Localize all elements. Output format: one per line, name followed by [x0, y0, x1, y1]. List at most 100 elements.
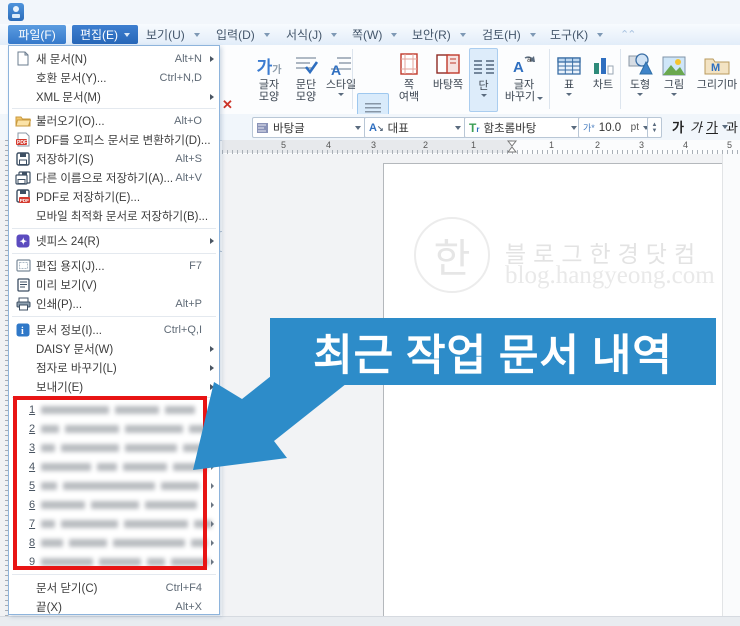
- menu-item-document-info[interactable]: i 문서 정보(I)... Ctrl+Q,I: [10, 320, 218, 339]
- menu-tools[interactable]: 도구(K): [550, 25, 604, 44]
- menu-file[interactable]: 파일(F): [8, 25, 66, 44]
- menu-item-print[interactable]: 인쇄(P)... Alt+P: [10, 294, 218, 313]
- menu-separator: [12, 253, 216, 254]
- page-margins-button[interactable]: 쪽 여백: [391, 48, 427, 110]
- menu-item-braille[interactable]: 점자로 바꾸기(L): [10, 358, 218, 377]
- annotation-banner-text: 최근 작업 문서 내역: [313, 332, 673, 380]
- font-combo[interactable]: Tr 함초롬바탕: [464, 117, 582, 138]
- menu-item-close-document[interactable]: 문서 닫기(C) Ctrl+F4: [10, 578, 218, 597]
- status-strip: [0, 616, 740, 626]
- font-size-stepper[interactable]: ▲ ▼: [647, 117, 662, 138]
- ruler-number: 2: [595, 140, 601, 150]
- master-page-icon: [435, 48, 461, 76]
- menu-item-xml-document[interactable]: XML 문서(M): [10, 87, 218, 106]
- menu-item-open[interactable]: 불러오기(O)... Alt+O: [10, 111, 218, 130]
- menu-review[interactable]: 검토(H): [482, 25, 536, 44]
- underline-button[interactable]: 가: [706, 117, 728, 136]
- menu-item-new-document[interactable]: 새 문서(N) Alt+N: [10, 49, 218, 68]
- menu-input[interactable]: 입력(D): [216, 25, 270, 44]
- menu-item-save-mobile[interactable]: 모바일 최적화 문서로 저장하기(B)...: [10, 206, 218, 225]
- menu-separator: [12, 574, 216, 575]
- menu-input-label: 입력(D): [216, 28, 255, 42]
- font-size-icon: 가*: [583, 123, 595, 133]
- picture-button[interactable]: 그림: [658, 48, 690, 110]
- ruler-number: 4: [326, 140, 332, 150]
- shapes-label: 도형: [629, 79, 651, 91]
- columns-button[interactable]: 단: [469, 48, 498, 112]
- table-icon: [557, 48, 581, 76]
- open-folder-icon: [14, 113, 32, 129]
- rep-combo-icon: A↘: [369, 121, 384, 134]
- bold-button[interactable]: 가: [672, 117, 684, 136]
- chevron-down-icon: [391, 32, 398, 37]
- rep-combo[interactable]: A↘ 대표: [364, 117, 466, 138]
- new-document-icon: [14, 51, 32, 67]
- watermark-text-url: blog.hangyeong.com: [505, 262, 715, 289]
- para-shape-label: 문단: [295, 79, 317, 91]
- menu-page-label: 쪽(W): [352, 28, 383, 42]
- table-button[interactable]: 표: [553, 48, 585, 110]
- columns-icon: [473, 49, 495, 77]
- menu-page[interactable]: 쪽(W): [352, 25, 398, 44]
- svg-text:A: A: [331, 62, 341, 76]
- shapes-icon: [627, 48, 653, 76]
- menu-security[interactable]: 보안(R): [412, 25, 466, 44]
- menu-edit-label: 편집(E): [79, 28, 119, 42]
- page-setup-icon: [14, 258, 32, 274]
- submenu-arrow-icon: [211, 539, 214, 546]
- style-label: 스타일: [325, 79, 357, 91]
- menu-item-compatible-document[interactable]: 호환 문서(Y)... Ctrl+N,D: [10, 68, 218, 87]
- char-shape-button[interactable]: 가가 글자 모양: [251, 48, 287, 110]
- chevron-down-icon: [338, 93, 344, 96]
- italic-button[interactable]: 가: [690, 117, 702, 136]
- style-combo-icon: [257, 122, 268, 133]
- info-icon: i: [14, 322, 32, 338]
- menu-view[interactable]: 보기(U): [146, 25, 200, 44]
- ruler-number: 3: [639, 140, 645, 150]
- menu-separator: [12, 228, 216, 229]
- margin-marker-icon[interactable]: [506, 140, 518, 153]
- ruler-number: 5: [727, 140, 733, 150]
- style-button[interactable]: A 스타일: [323, 48, 359, 110]
- font-combo-icon: Tr: [469, 120, 480, 135]
- char-color-button[interactable]: 과: [726, 117, 740, 136]
- menu-item-exit[interactable]: 끝(X) Alt+X: [10, 597, 218, 616]
- menu-item-pdf-to-office[interactable]: PDF PDF를 오피스 문서로 변환하기(D)...: [10, 130, 218, 149]
- horizontal-ruler[interactable]: 5 4 3 2 1 1 2 3 4 5: [222, 140, 740, 155]
- chevron-down-icon: [597, 32, 604, 37]
- bold-label: 가: [672, 120, 684, 135]
- menu-item-save[interactable]: 저장하기(S) Alt+S: [10, 149, 218, 168]
- chart-button[interactable]: 차트: [587, 48, 619, 110]
- menu-format[interactable]: 서식(J): [286, 25, 338, 44]
- char-replace-icon: Aa: [511, 48, 537, 76]
- printer-icon: [14, 296, 32, 312]
- annotation-banner: 최근 작업 문서 내역: [270, 318, 716, 385]
- ruler-number: 2: [423, 140, 429, 150]
- menu-item-send[interactable]: 보내기(E): [10, 377, 218, 396]
- submenu-arrow-icon: [211, 558, 214, 565]
- menu-item-save-as[interactable]: 다른 이름으로 저장하기(A)... Alt+V: [10, 168, 218, 187]
- menu-item-save-as-pdf[interactable]: PDF PDF로 저장하기(E)...: [10, 187, 218, 206]
- menu-item-page-setup[interactable]: 편집 용지(J)... F7: [10, 256, 218, 275]
- clipart-label: 그리기마: [696, 79, 738, 91]
- para-shape-button[interactable]: 문단 모양: [288, 48, 324, 110]
- ruler-number: 1: [549, 140, 555, 150]
- menu-item-print-preview[interactable]: 미리 보기(V): [10, 275, 218, 294]
- menu-separator: [12, 108, 216, 109]
- style-combo[interactable]: 바탕글: [252, 117, 366, 138]
- char-replace-button[interactable]: Aa 글자 바꾸기: [501, 48, 547, 110]
- columns-label: 단: [478, 80, 489, 92]
- print-preview-icon: [14, 277, 32, 293]
- vertical-scrollbar[interactable]: [722, 154, 740, 616]
- master-page-button[interactable]: 바탕쪽: [428, 48, 468, 110]
- collapse-ribbon-icon[interactable]: ⌃⌃: [620, 28, 637, 41]
- svg-text:PDF: PDF: [19, 198, 28, 203]
- clipart-button[interactable]: M 그리기마: [694, 48, 740, 110]
- svg-text:i: i: [21, 326, 24, 337]
- menu-edit[interactable]: 편집(E): [72, 25, 138, 44]
- menu-item-daisy-document[interactable]: DAISY 문서(W): [10, 339, 218, 358]
- font-size-unit: pt: [630, 122, 639, 133]
- font-size-combo[interactable]: 가* 10.0 pt: [578, 117, 654, 138]
- shapes-button[interactable]: 도형: [624, 48, 656, 110]
- menu-item-netffice24[interactable]: ✦ 넷피스 24(R): [10, 231, 218, 250]
